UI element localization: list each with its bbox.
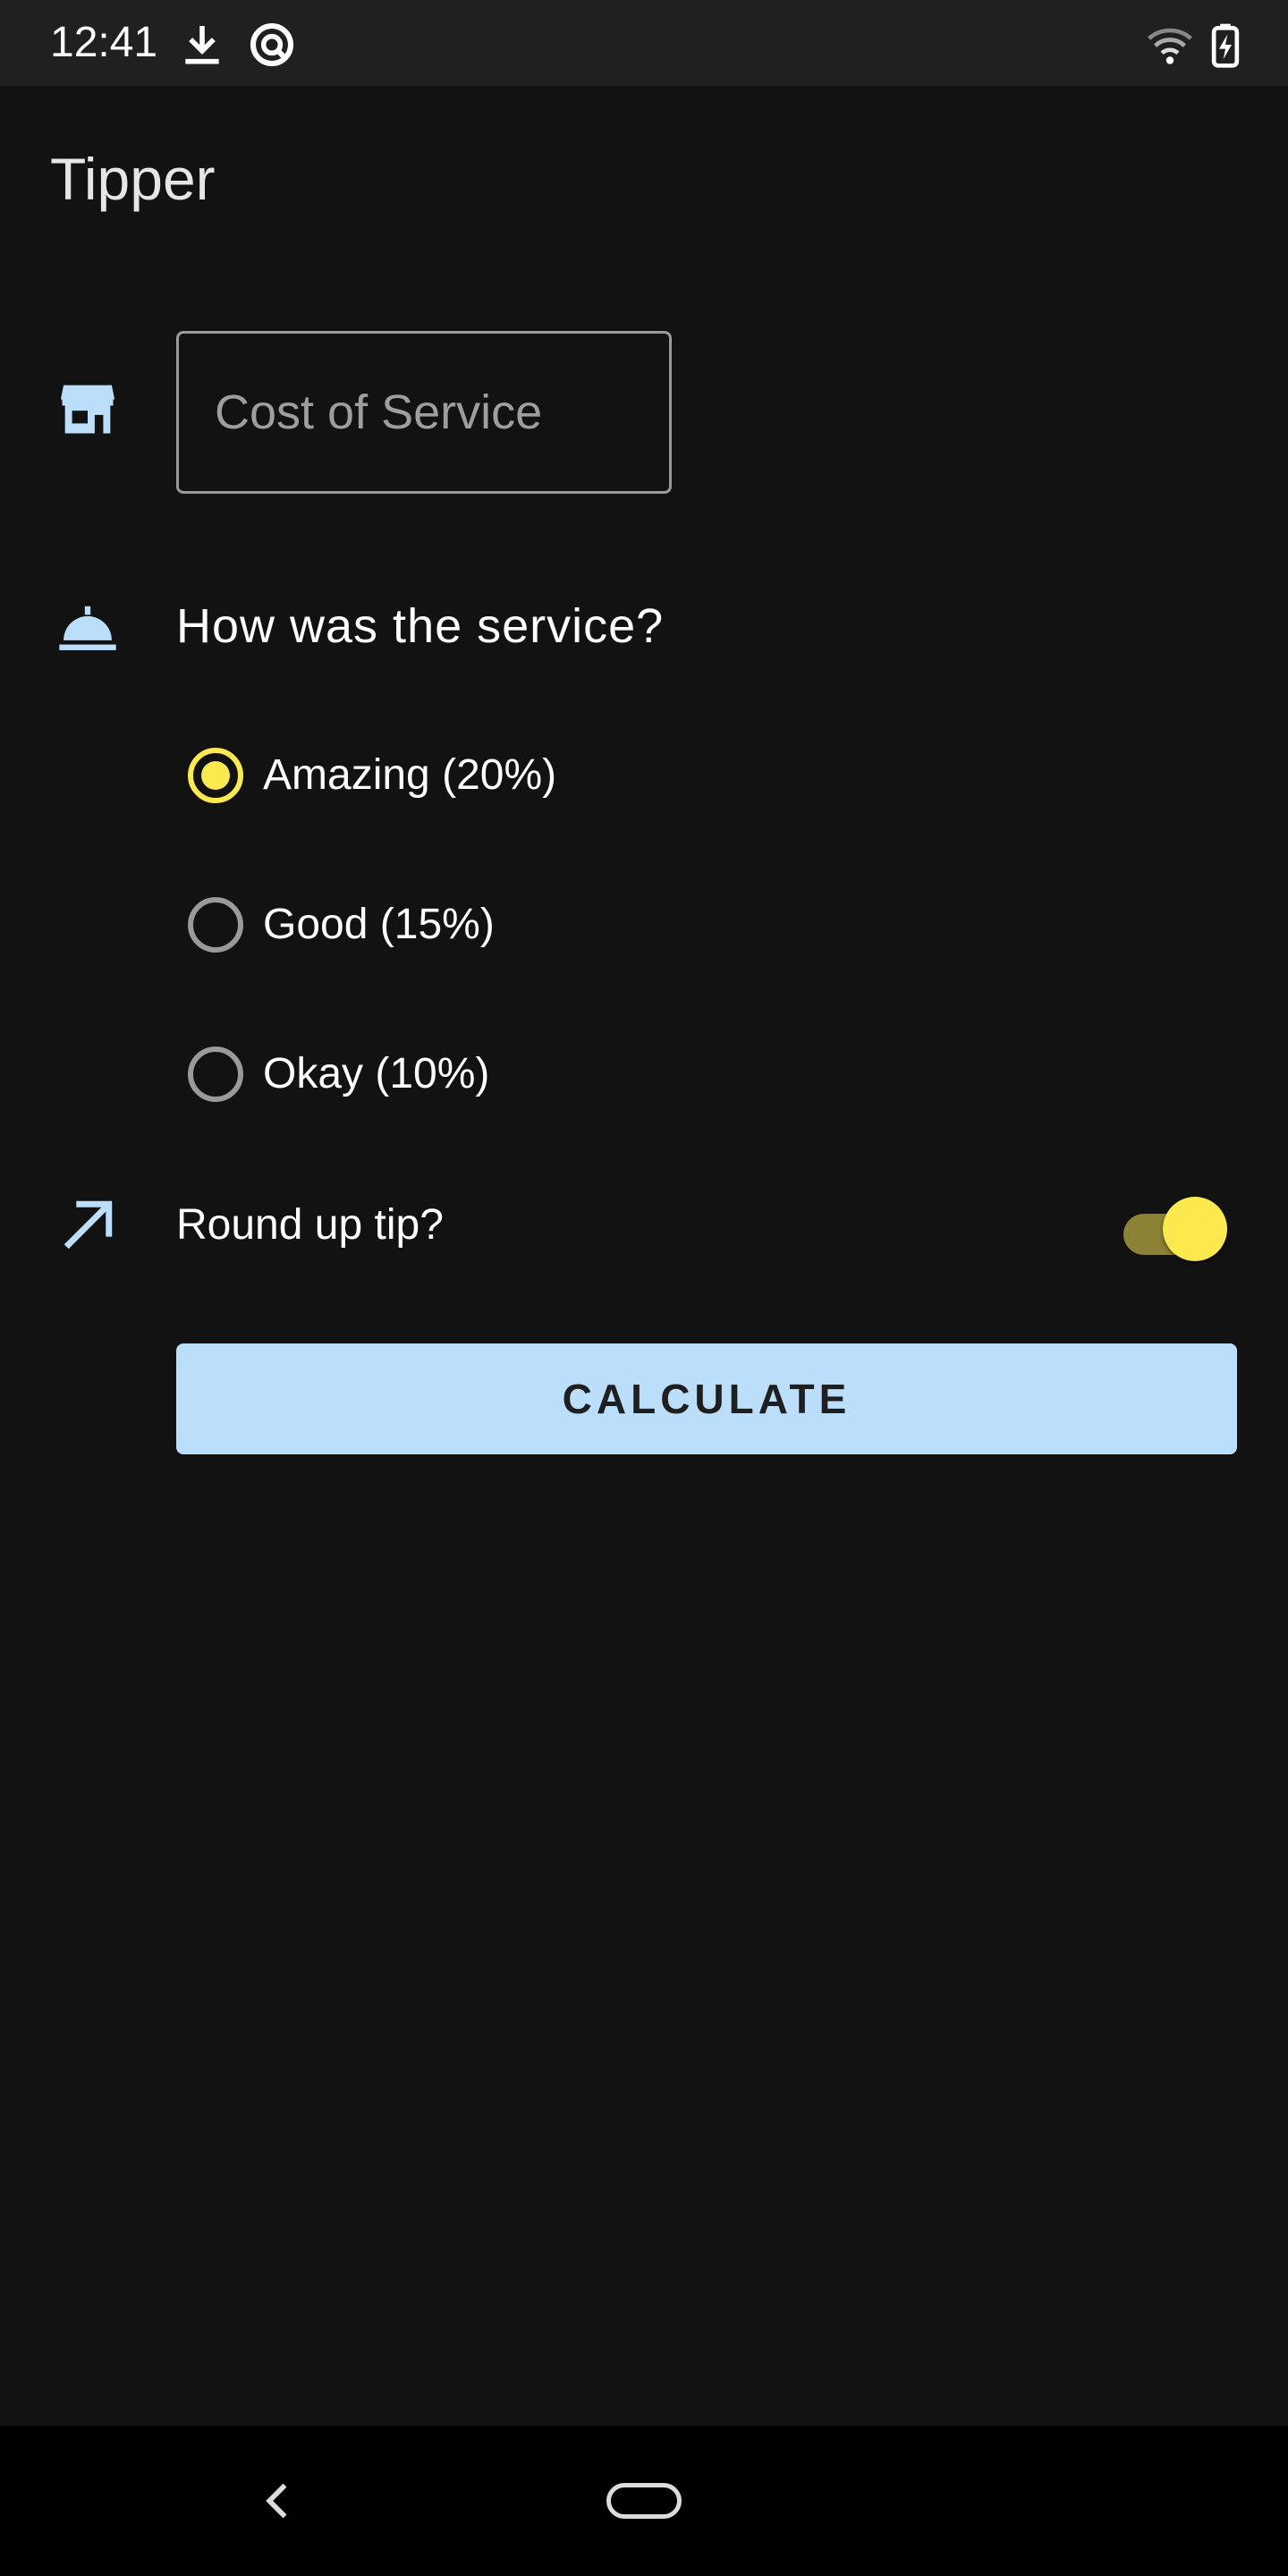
back-icon[interactable] <box>256 2478 302 2524</box>
app-screen: 12:41 Tipper Cost of Service How was the… <box>0 0 1288 2576</box>
radio-button[interactable] <box>188 897 243 953</box>
wifi-icon <box>1148 28 1192 64</box>
radio-label: Good (15%) <box>263 901 495 948</box>
cost-of-service-input[interactable] <box>176 331 672 494</box>
app-title: Tipper <box>50 146 216 212</box>
service-question: How was the service? <box>176 599 665 653</box>
radio-label: Okay (10%) <box>263 1050 490 1097</box>
room-service-icon <box>59 606 116 650</box>
calculate-button[interactable]: CALCULATE <box>176 1343 1237 1454</box>
arrow-up-right-icon <box>64 1200 113 1250</box>
storefront-icon <box>60 385 115 434</box>
radio-label: Amazing (20%) <box>263 751 557 799</box>
app-notification-icon <box>250 22 294 67</box>
round-up-switch[interactable] <box>1122 1192 1229 1261</box>
radio-button[interactable] <box>188 1046 243 1102</box>
radio-option-okay[interactable]: Okay (10%) <box>188 1030 814 1119</box>
home-pill-icon[interactable] <box>606 2483 682 2519</box>
status-time: 12:41 <box>50 19 158 66</box>
switch-thumb <box>1163 1197 1227 1261</box>
radio-button-selected[interactable] <box>188 748 243 803</box>
radio-option-good[interactable]: Good (15%) <box>188 880 814 970</box>
radio-option-amazing[interactable]: Amazing (20%) <box>188 731 814 820</box>
round-up-label: Round up tip? <box>176 1201 444 1249</box>
battery-charging-icon <box>1211 23 1240 68</box>
download-icon <box>185 26 219 64</box>
status-bar: 12:41 <box>0 0 1288 86</box>
